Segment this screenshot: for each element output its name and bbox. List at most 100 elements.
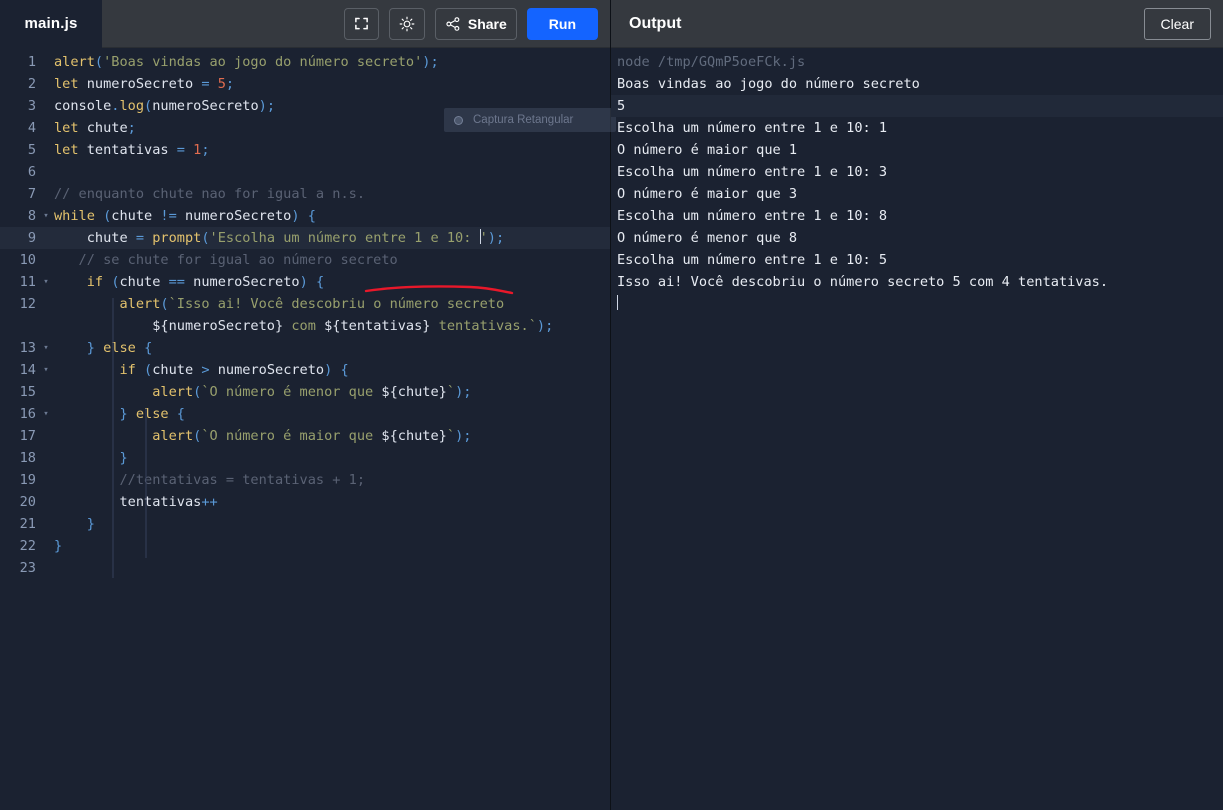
code-line-text: // enquanto chute nao for igual a n.s. [54, 186, 365, 202]
fold-arrow-icon[interactable]: ▾ [40, 205, 52, 227]
code-line[interactable]: 3 console.log(numeroSecreto); [0, 95, 610, 117]
code-editor[interactable]: 1 alert('Boas vindas ao jogo do número s… [0, 48, 610, 810]
fold-slot [40, 381, 52, 403]
code-line[interactable]: 11 ▾ if (chute == numeroSecreto) { [0, 271, 610, 293]
code-line[interactable]: 13 ▾ } else { [0, 337, 610, 359]
code-line-text: alert(`O número é maior que ${chute}`); [152, 428, 472, 444]
line-number: 2 [27, 76, 36, 92]
code-line-text: while (chute != numeroSecreto) { [54, 208, 316, 224]
fold-slot [40, 73, 52, 95]
output-line: O número é maior que 1 [617, 142, 798, 158]
code-line[interactable]: 12 alert(`Isso ai! Você descobriu o núme… [0, 293, 610, 315]
code-line[interactable]: 4 let chute; [0, 117, 610, 139]
fullscreen-button[interactable] [343, 7, 379, 40]
code-line-wrapped[interactable]: ${numeroSecreto} com ${tentativas} tenta… [0, 315, 610, 337]
code-line-text: //tentativas = tentativas + 1; [54, 472, 365, 488]
output-line: 5 [611, 95, 1223, 117]
output-pane: Output Clear node /tmp/GQmP5oeFCk.js Boa… [364, 0, 1223, 810]
code-line[interactable]: 1 alert('Boas vindas ao jogo do número s… [0, 51, 610, 73]
share-nodes-icon [445, 16, 461, 32]
run-button[interactable]: Run [526, 7, 598, 40]
code-line[interactable]: 2 let numeroSecreto = 5; [0, 73, 610, 95]
fold-slot [40, 117, 52, 139]
output-console[interactable]: node /tmp/GQmP5oeFCk.js Boas vindas ao j… [364, 48, 1223, 810]
share-button[interactable]: Share [434, 7, 517, 40]
line-number: 13 [19, 340, 36, 356]
fold-slot [40, 425, 52, 447]
code-line[interactable]: 17 alert(`O número é maior que ${chute}`… [0, 425, 610, 447]
online-js-editor: main.js Share Run 1 alert('Boas vindas a… [0, 0, 1223, 810]
line-number: 10 [19, 252, 36, 268]
code-line[interactable]: 18 } [0, 447, 610, 469]
fold-slot [40, 227, 52, 249]
code-line-text: } [54, 538, 63, 554]
code-line-text: // se chute for igual ao número secreto [54, 252, 398, 268]
code-line-text: ${numeroSecreto} com ${tentativas} tenta… [152, 318, 554, 334]
fold-slot [40, 315, 52, 337]
output-cursor-line [611, 293, 1223, 315]
fold-slot [40, 249, 52, 271]
output-line: Escolha um número entre 1 e 10: 1 [617, 120, 888, 136]
run-button-label: Run [548, 15, 576, 32]
code-line-text: } else { [119, 406, 185, 422]
line-number: 9 [27, 230, 36, 246]
output-line: Isso ai! Você descobriu o número secreto… [617, 274, 1109, 290]
code-line[interactable]: 16 ▾ } else { [0, 403, 610, 425]
output-line: O número é menor que 8 [617, 230, 798, 246]
line-number: 4 [27, 120, 36, 136]
fold-slot [40, 139, 52, 161]
line-number: 3 [27, 98, 36, 114]
code-line[interactable]: 5 let tentativas = 1; [0, 139, 610, 161]
editor-pane: main.js Share Run 1 alert('Boas vindas a… [0, 0, 616, 810]
line-number: 12 [19, 296, 36, 312]
code-line[interactable]: 22 } [0, 535, 610, 557]
line-number: 7 [27, 186, 36, 202]
code-line-active[interactable]: 9 chute = prompt('Escolha um número entr… [0, 227, 610, 249]
fold-arrow-icon[interactable]: ▾ [40, 271, 52, 293]
code-line[interactable]: 6 [0, 161, 610, 183]
line-number: 14 [19, 362, 36, 378]
line-number: 23 [19, 560, 36, 576]
console-cursor [617, 295, 618, 310]
code-line[interactable]: 20 tentativas++ [0, 491, 610, 513]
fold-arrow-icon[interactable]: ▾ [40, 337, 52, 359]
code-line[interactable]: 14 ▾ if (chute > numeroSecreto) { [0, 359, 610, 381]
output-command-line: node /tmp/GQmP5oeFCk.js [617, 54, 806, 70]
fold-arrow-icon[interactable]: ▾ [40, 359, 52, 381]
editor-toolbar: main.js Share Run [0, 0, 610, 48]
output-title: Output [629, 14, 682, 32]
theme-toggle-button[interactable] [388, 7, 425, 40]
fold-slot [40, 513, 52, 535]
fullscreen-icon [354, 16, 369, 31]
code-line[interactable]: 10 // se chute for igual ao número secre… [0, 249, 610, 271]
output-line: Escolha um número entre 1 e 10: 3 [617, 164, 888, 180]
code-line[interactable]: 15 alert(`O número é menor que ${chute}`… [0, 381, 610, 403]
file-tab-main-js[interactable]: main.js [0, 0, 102, 48]
code-line-text: } else { [86, 340, 153, 356]
fold-slot [40, 95, 52, 117]
code-line[interactable]: 23 [0, 557, 610, 579]
code-line[interactable]: 8 ▾ while (chute != numeroSecreto) { [0, 205, 610, 227]
code-line-text: let tentativas = 1; [54, 142, 210, 158]
fold-arrow-icon[interactable]: ▾ [40, 403, 52, 425]
fold-slot [40, 491, 52, 513]
line-number: 18 [19, 450, 36, 466]
clear-button-label: Clear [1160, 15, 1194, 32]
fold-slot [40, 469, 52, 491]
code-line[interactable]: 7 // enquanto chute nao for igual a n.s. [0, 183, 610, 205]
code-line[interactable]: 21 } [0, 513, 610, 535]
fold-slot [40, 557, 52, 579]
clear-button[interactable]: Clear [1143, 7, 1211, 40]
code-line-text: let numeroSecreto = 5; [54, 76, 235, 92]
output-line: Escolha um número entre 1 e 10: 5 [617, 252, 888, 268]
file-tab-label: main.js [24, 15, 78, 32]
line-number: 22 [19, 538, 36, 554]
code-line-text: alert('Boas vindas ao jogo do número sec… [54, 54, 439, 70]
line-number: 11 [19, 274, 36, 290]
code-line[interactable]: 19 //tentativas = tentativas + 1; [0, 469, 610, 491]
line-number: 19 [19, 472, 36, 488]
output-line: O número é maior que 3 [617, 186, 798, 202]
code-line-text: let chute; [54, 120, 136, 136]
code-line-text: } [86, 516, 95, 532]
